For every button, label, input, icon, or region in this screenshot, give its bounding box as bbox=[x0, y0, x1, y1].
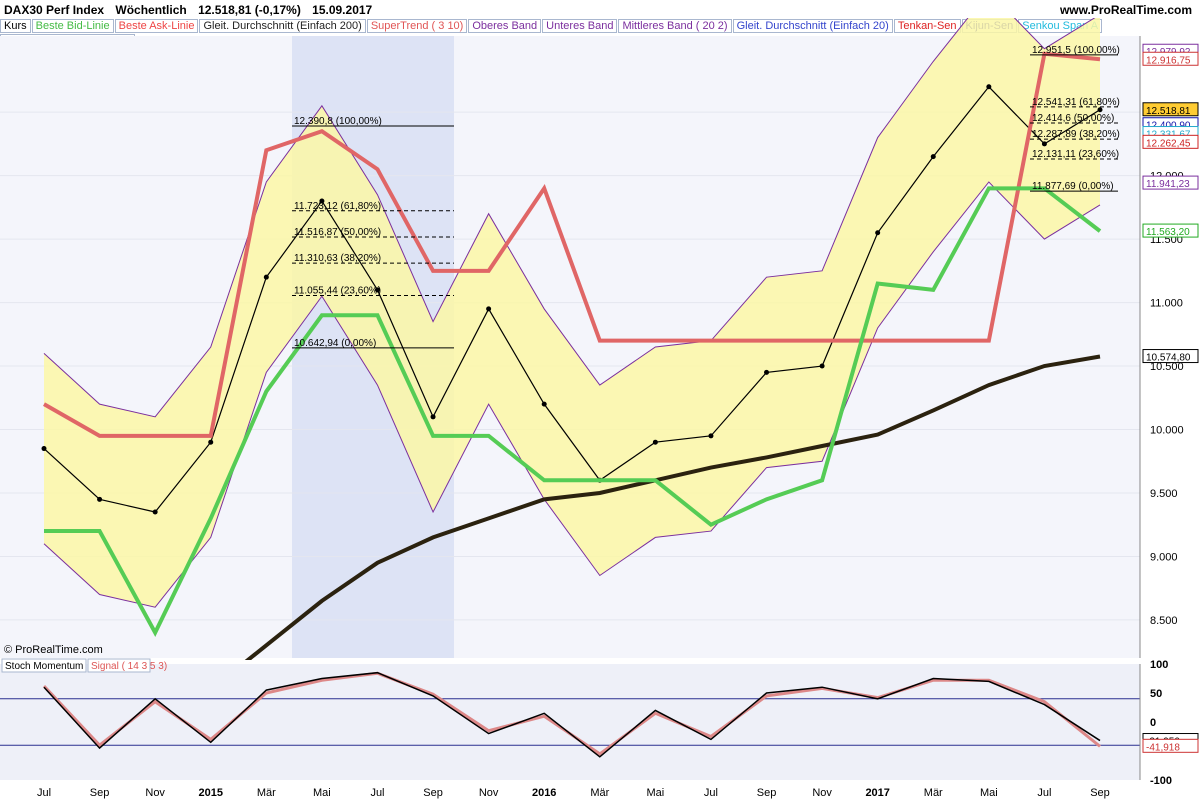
fib-level-label: 11.877,69 (0,00%) bbox=[1032, 181, 1114, 192]
price-tag: 10.574,80 bbox=[1146, 353, 1191, 364]
x-tick-label: Mai bbox=[313, 787, 331, 799]
price-tag: 11.563,20 bbox=[1146, 227, 1190, 238]
instrument-name: DAX30 Perf Index bbox=[4, 3, 105, 17]
y-tick-label: 9.000 bbox=[1150, 551, 1178, 563]
chart-header: DAX30 Perf Index Wöchentlich 12.518,81 (… bbox=[0, 0, 1200, 20]
x-tick-label: Nov bbox=[479, 787, 499, 799]
fib-level-label: 12.390,8 (100,00%) bbox=[294, 116, 382, 127]
site-label: www.ProRealTime.com bbox=[1059, 3, 1192, 17]
price-tag: 11.941,23 bbox=[1146, 179, 1190, 190]
x-tick-label: 2016 bbox=[532, 787, 556, 799]
fib-level-label: 12.414,6 (50,00%) bbox=[1032, 113, 1114, 124]
x-tick-label: Jul bbox=[704, 787, 718, 799]
x-tick-label: Jul bbox=[37, 787, 51, 799]
fib-level-label: 12.131,11 (23,60%) bbox=[1032, 149, 1119, 160]
price-point bbox=[652, 439, 658, 445]
price-point bbox=[875, 230, 881, 236]
price-point bbox=[97, 496, 103, 502]
x-tick-label: 2017 bbox=[865, 787, 889, 799]
price-point bbox=[986, 84, 992, 90]
fib-level-label: 11.055,44 (23,60%) bbox=[294, 286, 381, 297]
x-tick-label: Mär bbox=[590, 787, 609, 799]
last-price: 12.518,81 (-0,17%) bbox=[198, 3, 301, 17]
price-point bbox=[541, 401, 547, 407]
price-point bbox=[208, 439, 214, 445]
price-point bbox=[930, 154, 936, 160]
x-tick-label: Mai bbox=[980, 787, 998, 799]
y-tick-label: 8.500 bbox=[1150, 615, 1178, 627]
stoch-tick-label: 0 bbox=[1150, 717, 1156, 729]
fib-level-label: 12.541,31 (61,80%) bbox=[1032, 97, 1120, 108]
price-tag: 12.916,75 bbox=[1146, 55, 1191, 66]
stoch-momentum-chart[interactable]: Stoch Momentum Signal ( 14 3 5 3) 100 50 0 -1… bbox=[0, 658, 1200, 800]
stoch-tick-label: -100 bbox=[1150, 775, 1172, 787]
x-tick-label: Sep bbox=[1090, 787, 1110, 799]
date-label: 15.09.2017 bbox=[312, 3, 373, 17]
stoch-tick-label: 100 bbox=[1150, 659, 1168, 671]
x-tick-label: Mai bbox=[647, 787, 665, 799]
fib-level-label: 11.310,63 (38,20%) bbox=[294, 253, 381, 264]
x-tick-label: Sep bbox=[423, 787, 443, 799]
y-tick-label: 11.000 bbox=[1150, 298, 1183, 310]
price-point bbox=[430, 414, 436, 420]
price-point bbox=[819, 363, 825, 369]
fib-level-label: 12.951,5 (100,00%) bbox=[1032, 45, 1120, 56]
x-tick-label: Mär bbox=[924, 787, 943, 799]
stoch-tick-label: 50 bbox=[1150, 688, 1162, 700]
x-tick-label: Mär bbox=[257, 787, 276, 799]
price-tag: 12.518,81 bbox=[1146, 106, 1191, 117]
price-tag: 12.262,45 bbox=[1146, 138, 1191, 149]
fib-level-label: 11.723,12 (61,80%) bbox=[294, 201, 381, 212]
stoch-legend-label: Stoch Momentum bbox=[5, 661, 83, 672]
price-point bbox=[263, 274, 269, 280]
fib-level-label: 11.516,87 (50,00%) bbox=[294, 227, 381, 238]
price-point bbox=[1041, 141, 1047, 147]
stoch-tag: -41,918 bbox=[1146, 742, 1180, 753]
price-chart[interactable]: 12.50012.00011.50011.00010.50010.0009.50… bbox=[0, 18, 1200, 660]
x-tick-label: 2015 bbox=[198, 787, 222, 799]
period-label: Wöchentlich bbox=[115, 3, 187, 17]
y-tick-label: 10.000 bbox=[1150, 425, 1184, 437]
price-point bbox=[1097, 107, 1103, 113]
x-tick-label: Nov bbox=[145, 787, 165, 799]
stoch-legend-label: Signal ( 14 3 5 3) bbox=[91, 661, 167, 672]
price-point bbox=[708, 433, 714, 439]
watermark: © ProRealTime.com bbox=[4, 644, 103, 656]
y-tick-label: 9.500 bbox=[1150, 488, 1178, 500]
price-point bbox=[152, 509, 158, 515]
x-tick-label: Sep bbox=[757, 787, 777, 799]
x-tick-label: Jul bbox=[1037, 787, 1051, 799]
price-point bbox=[764, 369, 770, 375]
x-tick-label: Sep bbox=[90, 787, 110, 799]
x-tick-label: Jul bbox=[370, 787, 384, 799]
fib-level-label: 10.642,94 (0,00%) bbox=[294, 338, 376, 349]
x-tick-label: Nov bbox=[812, 787, 832, 799]
stoch-legend: Stoch Momentum Signal ( 14 3 5 3) bbox=[1, 658, 167, 673]
chart-title: DAX30 Perf Index Wöchentlich 12.518,81 (… bbox=[4, 3, 380, 17]
price-point bbox=[41, 446, 47, 452]
price-point bbox=[486, 306, 492, 312]
fib-level-label: 12.287,89 (38,20%) bbox=[1032, 129, 1120, 140]
